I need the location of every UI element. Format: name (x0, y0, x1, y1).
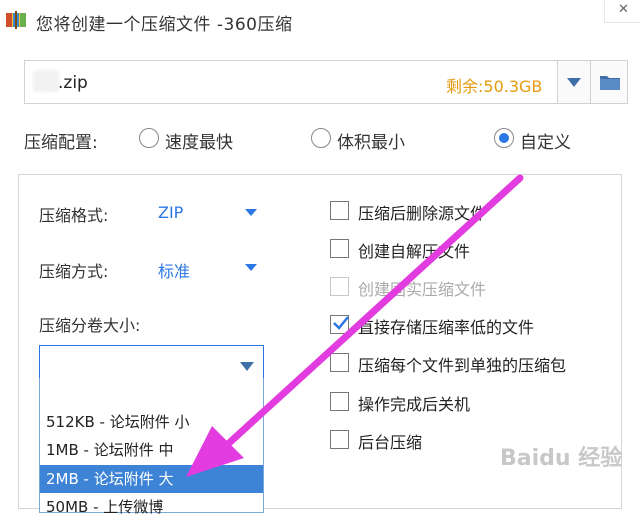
split-option-1mb[interactable]: 1MB - 论坛附件 中 (40, 436, 263, 464)
split-size-input[interactable] (39, 345, 264, 379)
path-redacted-mask (33, 70, 59, 92)
watermark-logo: Baidu 经验 (500, 446, 623, 471)
window-title: 您将创建一个压缩文件 -360压缩 (36, 15, 293, 35)
split-size-dropdown-button[interactable] (240, 356, 254, 375)
browse-folder-button[interactable] (590, 60, 628, 104)
checkbox-background-label[interactable]: 后台压缩 (358, 429, 422, 453)
method-dropdown-icon[interactable] (245, 264, 257, 271)
split-size-label: 压缩分卷大小: (39, 316, 141, 335)
checkbox-shutdown[interactable] (330, 392, 349, 411)
config-label: 压缩配置: (24, 133, 98, 153)
radio-custom-label[interactable]: 自定义 (520, 128, 571, 153)
free-space-label: 剩余:50.3GB (446, 77, 543, 96)
radio-custom[interactable] (494, 128, 514, 148)
radio-fastest[interactable] (139, 128, 159, 148)
close-button[interactable]: ✕ (604, 0, 640, 23)
method-select[interactable]: 标准 (158, 258, 190, 282)
checkmark-icon (333, 316, 349, 330)
checkbox-store-low-ratio-label[interactable]: 直接存储压缩率低的文件 (358, 314, 534, 338)
path-history-button[interactable] (557, 60, 591, 104)
split-option-512kb[interactable]: 512KB - 论坛附件 小 (40, 408, 263, 436)
method-label: 压缩方式: (39, 262, 109, 281)
folder-icon (600, 76, 620, 90)
chevron-down-icon (240, 362, 254, 371)
radio-smallest[interactable] (311, 128, 331, 148)
checkbox-separate-archives[interactable] (330, 353, 349, 372)
split-size-list: 512KB - 论坛附件 小 1MB - 论坛附件 中 2MB - 论坛附件 大… (39, 378, 264, 516)
checkbox-solid-archive-label: 创建固实压缩文件 (358, 280, 487, 299)
format-select[interactable]: ZIP (158, 203, 183, 222)
checkbox-solid-archive (330, 277, 349, 296)
checkbox-store-low-ratio[interactable] (330, 315, 349, 334)
app-icon (6, 11, 26, 29)
radio-smallest-label[interactable]: 体积最小 (337, 128, 405, 153)
checkbox-delete-source[interactable] (330, 201, 349, 220)
chevron-down-icon (567, 78, 581, 87)
checkbox-self-extract-label[interactable]: 创建自解压文件 (358, 238, 470, 262)
close-icon: ✕ (618, 2, 629, 17)
split-option-2mb[interactable]: 2MB - 论坛附件 大 (40, 465, 263, 493)
checkbox-background[interactable] (330, 430, 349, 449)
checkbox-delete-source-label[interactable]: 压缩后删除源文件 (358, 200, 486, 224)
radio-fastest-label[interactable]: 速度最快 (165, 128, 233, 153)
split-option-50mb[interactable]: 50MB - 上传微博 (40, 493, 263, 521)
checkbox-shutdown-label[interactable]: 操作完成后关机 (358, 391, 470, 415)
output-path-value: .zip (58, 73, 88, 93)
format-label: 压缩格式: (39, 206, 109, 225)
checkbox-self-extract[interactable] (330, 239, 349, 258)
checkbox-separate-archives-label[interactable]: 压缩每个文件到单独的压缩包 (358, 352, 566, 376)
format-dropdown-icon[interactable] (245, 209, 257, 216)
